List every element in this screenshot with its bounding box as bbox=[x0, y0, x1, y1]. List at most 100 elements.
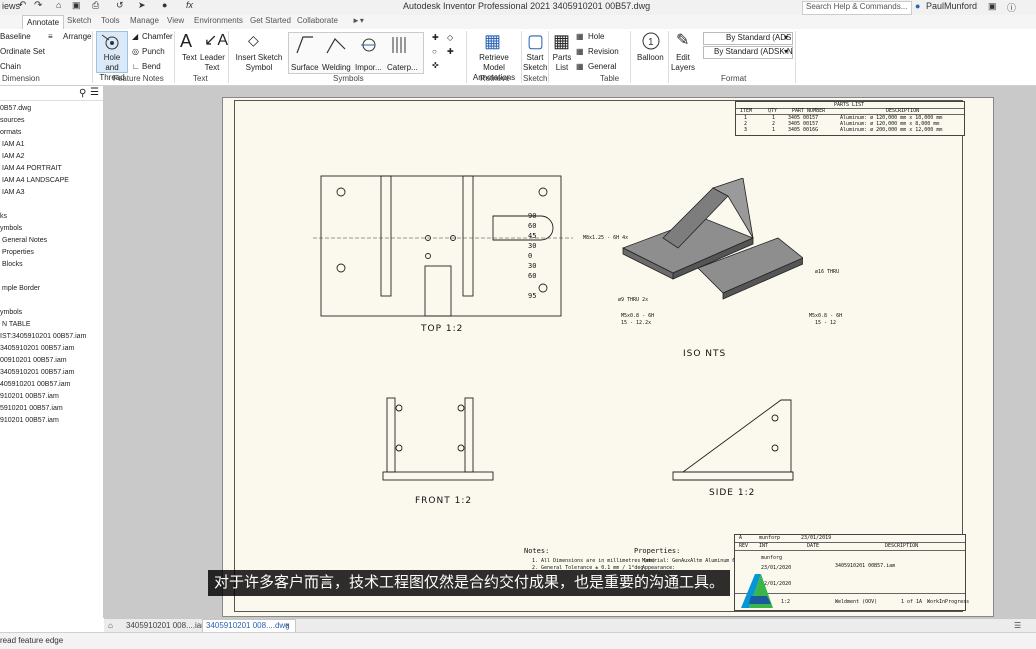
chamfer-button[interactable]: Chamfer bbox=[142, 32, 173, 42]
search-box[interactable]: Search Help & Commands... bbox=[802, 1, 912, 15]
browser-item[interactable]: N TABLE bbox=[2, 320, 31, 329]
browser-item[interactable]: 5910201 00B57.iam bbox=[0, 404, 63, 413]
parts-list-icon[interactable]: ▦ bbox=[553, 31, 570, 51]
function-icon[interactable]: fx bbox=[186, 0, 193, 10]
symbol-tool-icon[interactable]: ✜ bbox=[432, 61, 439, 71]
chain-button[interactable]: Chain bbox=[0, 62, 21, 72]
start-sketch-icon[interactable]: ▢ bbox=[527, 31, 544, 51]
browser-item[interactable]: ymbols bbox=[0, 224, 22, 233]
top-view-drawing[interactable] bbox=[303, 148, 583, 328]
leader-text-button[interactable]: Leader Text bbox=[200, 53, 225, 73]
browser-item[interactable]: IAM A4 LANDSCAPE bbox=[2, 176, 69, 185]
browser-item[interactable]: Blocks bbox=[2, 260, 23, 269]
import-symbol-button[interactable]: Impor... bbox=[355, 63, 382, 73]
start-sketch-button[interactable]: Start Sketch bbox=[523, 53, 547, 73]
home-icon[interactable]: ⌂ bbox=[108, 620, 113, 631]
text-button[interactable]: Text bbox=[182, 53, 197, 63]
insert-sketch-symbol-button[interactable]: Insert Sketch Symbol bbox=[232, 53, 286, 73]
sketch-symbol-icon[interactable]: ◇ bbox=[248, 32, 259, 48]
symbol-tool-icon[interactable]: ✚ bbox=[432, 33, 439, 43]
user-name[interactable]: PaulMunford bbox=[926, 1, 977, 11]
color-icon[interactable]: ● bbox=[162, 0, 167, 10]
ordinate-set-button[interactable]: Ordinate Set bbox=[0, 47, 45, 57]
tab-environments[interactable]: Environments bbox=[194, 16, 243, 25]
tab-manage[interactable]: Manage bbox=[130, 16, 159, 25]
chamfer-icon[interactable]: ◢ bbox=[132, 32, 138, 42]
text-icon[interactable]: A bbox=[180, 31, 192, 51]
symbol-tool-icon[interactable]: ✚ bbox=[447, 47, 454, 57]
tab-get-started[interactable]: Get Started bbox=[250, 16, 291, 25]
tab-collaborate[interactable]: Collaborate bbox=[297, 16, 338, 25]
home-icon[interactable]: ⌂ bbox=[56, 0, 61, 10]
tab-list-icon[interactable]: ☰ bbox=[1014, 620, 1021, 631]
help-icon[interactable]: ⓘ bbox=[1007, 1, 1016, 14]
measure-icon[interactable]: ↺ bbox=[116, 0, 124, 11]
punch-button[interactable]: Punch bbox=[142, 47, 165, 57]
symbols-gallery[interactable]: Surface Welding Impor... Caterp... bbox=[288, 32, 424, 74]
browser-item[interactable]: sources bbox=[0, 116, 25, 125]
select-icon[interactable]: ➤ bbox=[138, 0, 146, 11]
doc-tab-iam[interactable]: 3405910201 008....iam bbox=[126, 620, 208, 631]
user-icon[interactable]: ● bbox=[915, 1, 920, 11]
search-input[interactable]: Search Help & Commands... bbox=[806, 2, 907, 11]
edit-layers-button[interactable]: Edit Layers bbox=[670, 53, 696, 73]
hole-table-icon[interactable]: ▦ bbox=[576, 32, 584, 42]
hole-thread-button[interactable]: Hole and Thread bbox=[96, 31, 128, 82]
cart-icon[interactable]: ▣ bbox=[988, 1, 997, 12]
doc-tab-dwg-active[interactable]: 3405910201 008....dwg × bbox=[202, 619, 296, 633]
arrange-icon[interactable]: ≡ bbox=[48, 32, 53, 42]
general-table-icon[interactable]: ▦ bbox=[576, 62, 584, 72]
layer-dropdown[interactable]: By Standard (ADSK N ▾ bbox=[703, 46, 793, 59]
tab-annotate[interactable]: Annotate bbox=[22, 15, 65, 29]
leader-text-icon[interactable]: ↙A bbox=[204, 31, 228, 51]
surface-symbol-button[interactable]: Surface bbox=[291, 63, 319, 73]
browser-item[interactable]: ks bbox=[0, 212, 7, 221]
browser-item[interactable]: 910201 00B57.iam bbox=[0, 392, 59, 401]
browser-item[interactable]: ormats bbox=[0, 128, 21, 137]
redo-icon[interactable]: ↷ bbox=[34, 0, 42, 11]
browser-item[interactable]: IAM A2 bbox=[2, 152, 25, 161]
tab-tools[interactable]: Tools bbox=[101, 16, 120, 25]
revision-table-icon[interactable]: ▦ bbox=[576, 47, 584, 57]
revision-table-button[interactable]: Revision bbox=[588, 47, 619, 57]
front-view-drawing[interactable] bbox=[373, 388, 503, 488]
symbol-tool-icon[interactable]: ○ bbox=[432, 47, 437, 57]
symbol-tool-icon[interactable]: ◇ bbox=[447, 33, 453, 43]
style-dropdown[interactable]: By Standard (ADS ▾ bbox=[703, 32, 793, 45]
browser-item[interactable]: 00910201 00B57.iam bbox=[0, 356, 67, 365]
browser-item[interactable]: 3405910201 00B57.iam bbox=[0, 344, 74, 353]
side-view-drawing[interactable] bbox=[663, 388, 803, 488]
browser-item[interactable]: IST:3405910201 00B57.iam bbox=[0, 332, 86, 341]
browser-item[interactable]: IAM A3 bbox=[2, 188, 25, 197]
undo-icon[interactable]: ↶ bbox=[18, 0, 26, 11]
menu-icon[interactable]: ☰ bbox=[90, 87, 99, 98]
retrieve-icon[interactable]: ▦ bbox=[484, 31, 501, 51]
browser-item[interactable]: Properties bbox=[2, 248, 34, 257]
arrange-button[interactable]: Arrange bbox=[63, 32, 91, 42]
browser-item[interactable]: 405910201 00B57.iam bbox=[0, 380, 70, 389]
save-icon[interactable]: ▣ bbox=[72, 0, 81, 11]
punch-icon[interactable]: ◎ bbox=[132, 47, 139, 57]
browser-item[interactable]: mple Border bbox=[2, 284, 40, 293]
parts-list-button[interactable]: Parts List bbox=[552, 53, 572, 73]
print-icon[interactable]: ⎙ bbox=[92, 0, 99, 11]
balloon-icon[interactable]: 1 bbox=[641, 31, 661, 51]
baseline-button[interactable]: Baseline bbox=[0, 32, 31, 42]
close-icon[interactable]: × bbox=[285, 620, 290, 631]
browser-item[interactable]: 0B57.dwg bbox=[0, 104, 31, 113]
browser-item[interactable]: General Notes bbox=[2, 236, 47, 245]
tab-view[interactable]: View bbox=[167, 16, 184, 25]
welding-symbol-button[interactable]: Welding bbox=[322, 63, 351, 73]
general-table-button[interactable]: General bbox=[588, 62, 616, 72]
parts-list-table[interactable]: PARTS LIST ITEM QTY PART NUMBER DESCRIPT… bbox=[735, 101, 965, 136]
browser-item[interactable]: 3405910201 00B57.iam bbox=[0, 368, 74, 377]
hole-table-button[interactable]: Hole bbox=[588, 32, 604, 42]
caterpillar-button[interactable]: Caterp... bbox=[387, 63, 418, 73]
browser-item[interactable]: IAM A1 bbox=[2, 140, 25, 149]
edit-layers-icon[interactable]: ✎ bbox=[676, 31, 689, 51]
tab-overflow-icon[interactable]: ►▾ bbox=[352, 16, 364, 25]
drawing-sheet[interactable]: PARTS LIST ITEM QTY PART NUMBER DESCRIPT… bbox=[222, 97, 994, 617]
browser-item[interactable]: 910201 00B57.iam bbox=[0, 416, 59, 425]
bend-button[interactable]: Bend bbox=[142, 62, 161, 72]
bend-icon[interactable]: ∟ bbox=[132, 62, 140, 72]
